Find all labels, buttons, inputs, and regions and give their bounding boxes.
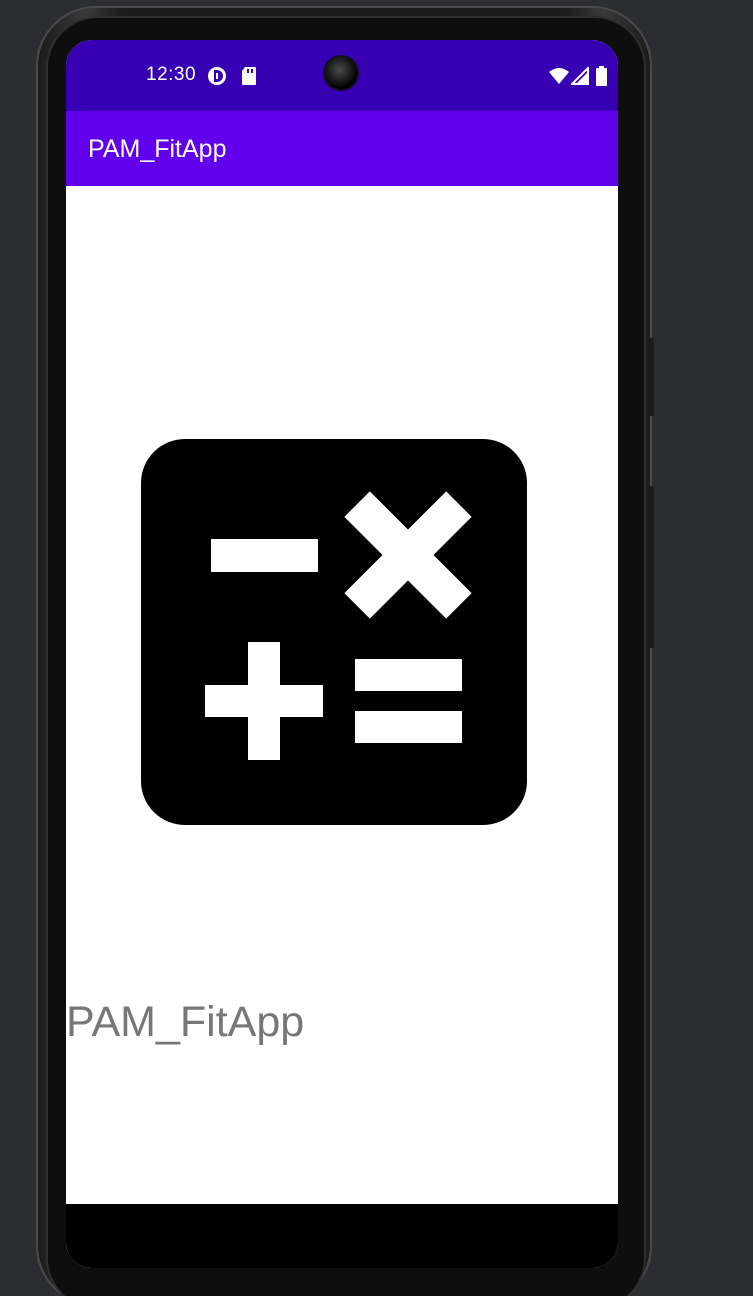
- status-time: 12:30: [146, 64, 197, 85]
- signal-icon: [569, 65, 589, 90]
- app-bar: PAM_FitApp: [66, 111, 618, 186]
- navigation-bar: [66, 1204, 618, 1268]
- power-button[interactable]: [648, 338, 654, 416]
- app-bar-title: PAM_FitApp: [88, 135, 227, 163]
- app-name-label: PAM_FitApp: [66, 998, 305, 1046]
- phone-screen: 12:30 PAM_FitApp PAM_FitApp: [66, 40, 618, 1268]
- emulator-stage: 12:30 PAM_FitApp PAM_FitApp: [0, 0, 753, 1296]
- front-camera: [325, 57, 357, 89]
- main-content: PAM_FitApp: [66, 186, 618, 1204]
- volume-button[interactable]: [648, 486, 654, 648]
- calculator-icon[interactable]: [141, 439, 527, 825]
- sd-card-icon: [241, 66, 257, 91]
- battery-icon: [596, 66, 607, 91]
- data-saver-icon: [207, 66, 227, 91]
- status-bar: 12:30: [66, 40, 618, 111]
- wifi-icon: [548, 67, 570, 90]
